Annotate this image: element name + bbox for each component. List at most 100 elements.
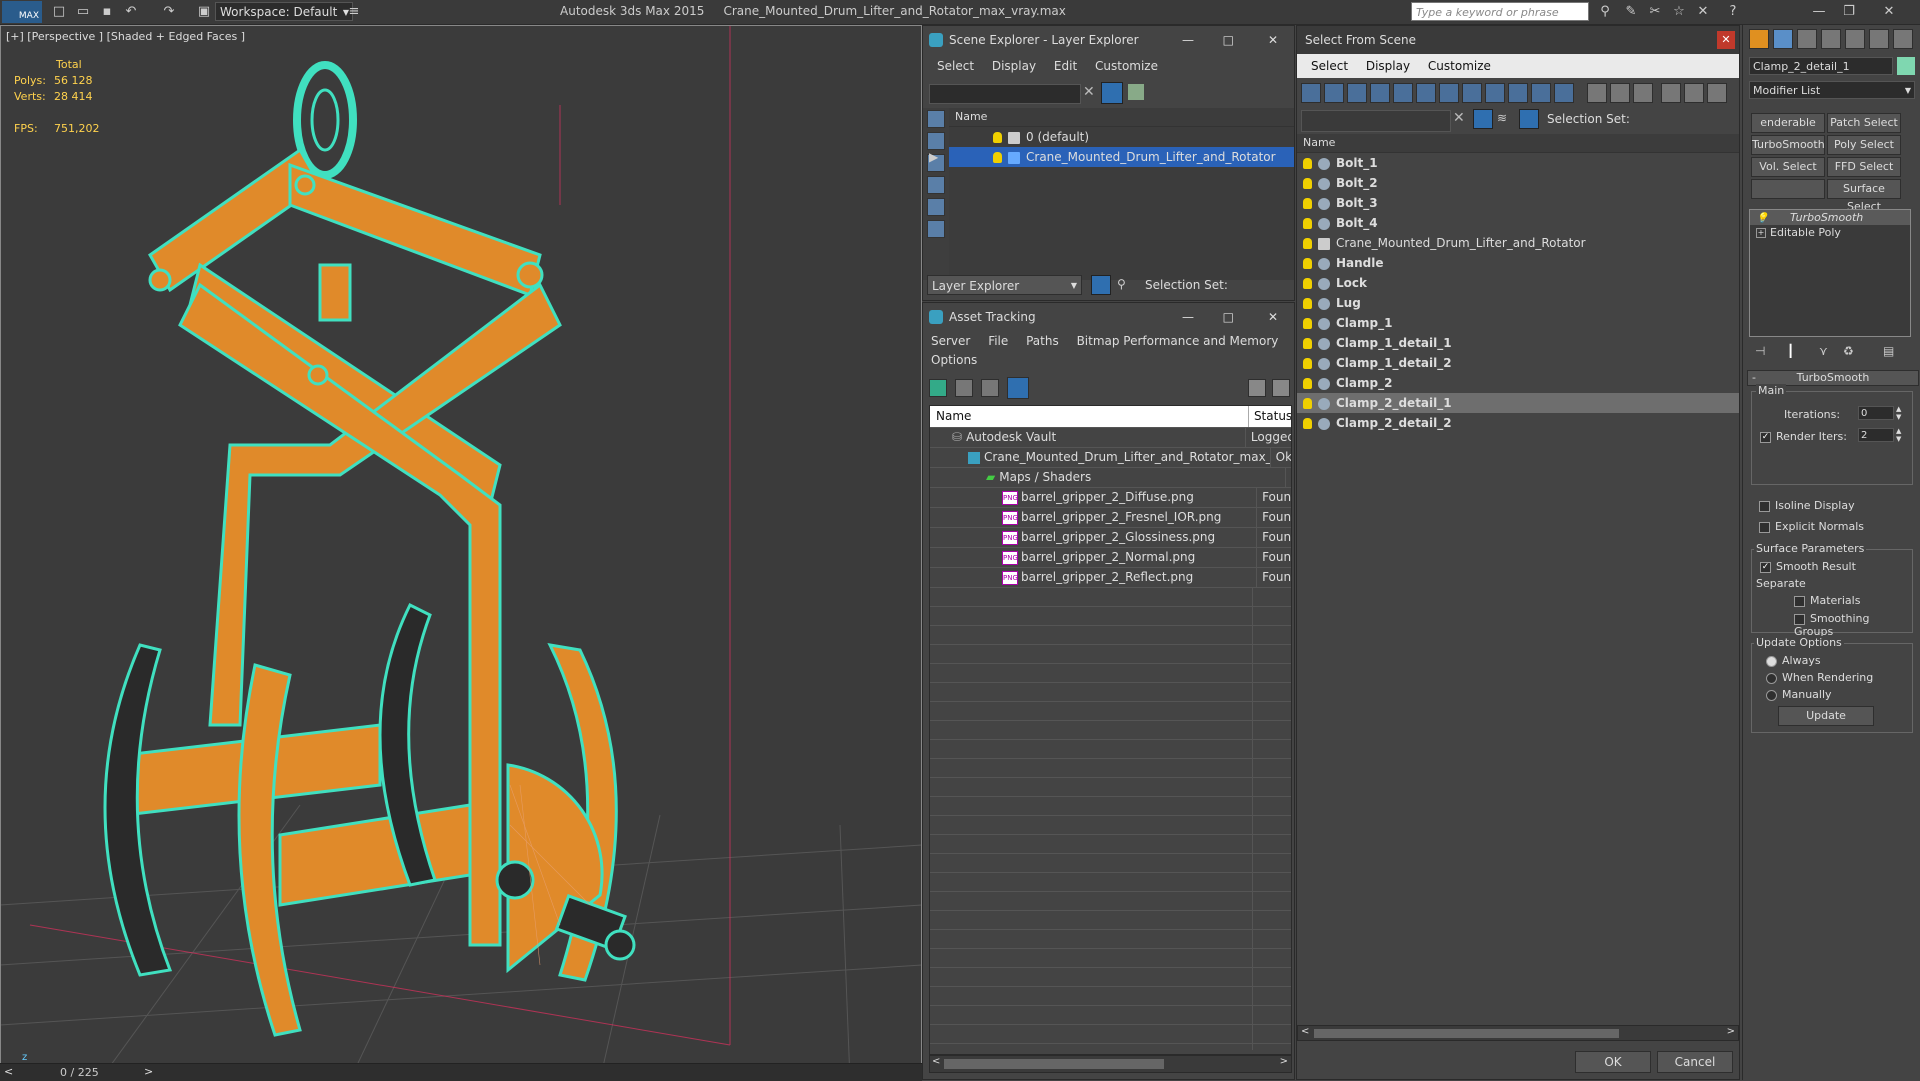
scene-object-row[interactable]: Bolt_3 (1297, 193, 1739, 213)
smooth-result-checkbox[interactable]: ✓ Smooth Result (1760, 560, 1856, 573)
hierarchy-tab-icon[interactable] (1797, 29, 1817, 49)
table-view-icon[interactable] (1007, 377, 1029, 399)
refresh-icon[interactable] (929, 379, 947, 397)
binoculars-icon[interactable]: ⚲ (1596, 3, 1614, 21)
undo-icon[interactable]: ↶ (122, 3, 140, 21)
expand-plus-icon[interactable]: + (1756, 228, 1766, 238)
new-file-icon[interactable]: □ (50, 3, 68, 21)
spinner-arrows-icon[interactable]: ▲ ▼ (1896, 427, 1901, 443)
tools-icon[interactable]: ✎ (1622, 3, 1640, 21)
iterations-spinner[interactable]: 0 (1858, 406, 1894, 420)
project-icon[interactable]: ▣ (195, 3, 213, 21)
object-color-swatch[interactable] (1897, 57, 1915, 75)
select-none-icon[interactable] (1610, 83, 1630, 103)
materials-checkbox[interactable]: Materials (1794, 594, 1860, 607)
utilities-tab-icon[interactable] (1869, 29, 1889, 49)
isoline-display-checkbox[interactable]: Isoline Display (1759, 499, 1855, 512)
close-icon[interactable]: ✕ (1268, 303, 1278, 331)
filter-cameras-icon[interactable] (1370, 83, 1390, 103)
always-radio[interactable]: Always (1766, 654, 1821, 667)
display-helpers-icon[interactable] (927, 198, 945, 216)
patch-select-button[interactable]: Patch Select (1827, 113, 1901, 133)
time-prev-icon[interactable]: < (4, 1065, 13, 1078)
perspective-viewport[interactable]: z [+] [Perspective ] [Shaded + Edged Fac… (0, 25, 922, 1080)
restore-icon[interactable]: ❐ (1840, 3, 1858, 21)
asset-row[interactable]: PNGbarrel_gripper_2_Normal.png Found (930, 548, 1291, 568)
light-bulb-icon[interactable] (1303, 178, 1312, 189)
configure-sets-icon[interactable]: ▤ (1883, 344, 1894, 358)
asset-row[interactable]: ▰ Maps / Shaders (930, 468, 1291, 488)
search-input[interactable]: Type a keyword or phrase (1411, 2, 1589, 21)
asset-row[interactable]: PNG barrel_gripper_2_Fresnel_IOR.png Foun… (930, 508, 1291, 528)
make-unique-icon[interactable]: ⋎ (1819, 344, 1828, 358)
layer-search-input[interactable] (929, 84, 1081, 104)
scrollbar-thumb[interactable] (944, 1059, 1164, 1069)
scene-object-row[interactable]: Clamp_1 (1297, 313, 1739, 333)
menu-server[interactable]: Server (931, 334, 970, 348)
hierarchy-icon[interactable]: ⚲ (1117, 277, 1126, 291)
scene-object-row[interactable]: Clamp_2_detail_2 (1297, 413, 1739, 433)
light-bulb-icon[interactable] (1303, 298, 1312, 309)
menu-display[interactable]: Display (1366, 59, 1410, 73)
filter-xrefs-icon[interactable] (1462, 83, 1482, 103)
light-bulb-icon[interactable] (1303, 278, 1312, 289)
poly-select-button[interactable]: Poly Select (1827, 135, 1901, 155)
vol-select-button[interactable]: Vol. Select (1751, 157, 1825, 177)
select-invert-icon[interactable] (1633, 83, 1653, 103)
asset-table-hscrollbar[interactable]: < > (929, 1055, 1292, 1073)
save-file-icon[interactable]: ▪ (98, 3, 116, 21)
x-icon[interactable]: ✕ (1694, 3, 1712, 21)
object-name-field[interactable]: Clamp_2_detail_1 (1749, 57, 1893, 75)
time-slider[interactable]: < 0 / 225 > (0, 1063, 922, 1081)
show-end-result-icon[interactable]: ┃ (1787, 344, 1794, 358)
layers-icon[interactable]: ≋ (1497, 111, 1507, 125)
lightbulb-icon[interactable]: 💡 (1756, 211, 1768, 226)
light-bulb-icon[interactable] (1303, 318, 1312, 329)
asset-row[interactable]: Crane_Mounted_Drum_Lifter_and_Rotator_ma… (930, 448, 1291, 468)
column-header-name[interactable]: Name (1297, 134, 1739, 153)
light-bulb-icon[interactable] (1303, 218, 1312, 229)
stack-item-editable-poly[interactable]: + Editable Poly (1750, 225, 1910, 240)
layer-row-default[interactable]: 0 (default) (949, 127, 1294, 147)
pencil-icon[interactable] (1893, 29, 1913, 49)
scrollbar-thumb[interactable] (1314, 1029, 1619, 1038)
scene-object-row[interactable]: Clamp_1_detail_1 (1297, 333, 1739, 353)
app-logo[interactable]: MAX (2, 1, 42, 23)
expand-arrow-icon[interactable]: ▶ (929, 147, 938, 167)
surface-select-button[interactable]: Surface Select (1827, 179, 1901, 213)
update-button[interactable]: Update (1778, 706, 1874, 726)
filter-shapes-icon[interactable] (1324, 83, 1344, 103)
menu-icon[interactable]: ≡ (345, 3, 363, 21)
filter-containers-icon[interactable] (1508, 83, 1528, 103)
list-view-icon[interactable] (955, 379, 973, 397)
filter-geometry-icon[interactable] (1301, 83, 1321, 103)
scene-object-row[interactable]: Handle (1297, 253, 1739, 273)
asset-row[interactable]: PNGbarrel_gripper_2_Glossiness.png Found (930, 528, 1291, 548)
light-bulb-icon[interactable] (1303, 378, 1312, 389)
minimize-icon[interactable]: — (1182, 303, 1194, 331)
scroll-right-icon[interactable]: > (1280, 1056, 1288, 1067)
smoothing-groups-checkbox[interactable]: Smoothing Groups (1794, 612, 1912, 638)
filter-icon[interactable] (1473, 109, 1493, 129)
manually-radio[interactable]: Manually (1766, 688, 1832, 701)
display-spacewarps-icon[interactable] (927, 220, 945, 238)
close-icon[interactable]: ✕ (1880, 3, 1898, 21)
light-bulb-icon[interactable] (1303, 258, 1312, 269)
filter-options-icon[interactable] (1661, 83, 1681, 103)
thumbnail-view-icon[interactable] (981, 379, 999, 397)
scene-object-row[interactable]: Crane_Mounted_Drum_Lifter_and_Rotator (1297, 233, 1739, 253)
display-tab-icon[interactable] (1845, 29, 1865, 49)
scene-object-row[interactable]: Bolt_4 (1297, 213, 1739, 233)
renderable-spline-button[interactable]: enderable Spli (1751, 113, 1825, 133)
exchange-icon[interactable]: ✂ (1646, 3, 1664, 21)
filter-icon[interactable] (1101, 82, 1123, 104)
close-icon[interactable]: ✕ (1268, 26, 1278, 54)
layer-row-crane[interactable]: ▶ Crane_Mounted_Drum_Lifter_and_Rotator (929, 147, 1294, 167)
light-bulb-icon[interactable] (1303, 158, 1312, 169)
modify-tab-icon[interactable] (1773, 29, 1793, 49)
scene-object-row-selected[interactable]: Clamp_2_detail_1 (1297, 393, 1739, 413)
workspace-dropdown[interactable]: Workspace: Default ▼ (215, 2, 353, 21)
display-cameras-icon[interactable] (927, 176, 945, 194)
ok-button[interactable]: OK (1575, 1051, 1651, 1073)
collapse-icon[interactable] (1707, 83, 1727, 103)
